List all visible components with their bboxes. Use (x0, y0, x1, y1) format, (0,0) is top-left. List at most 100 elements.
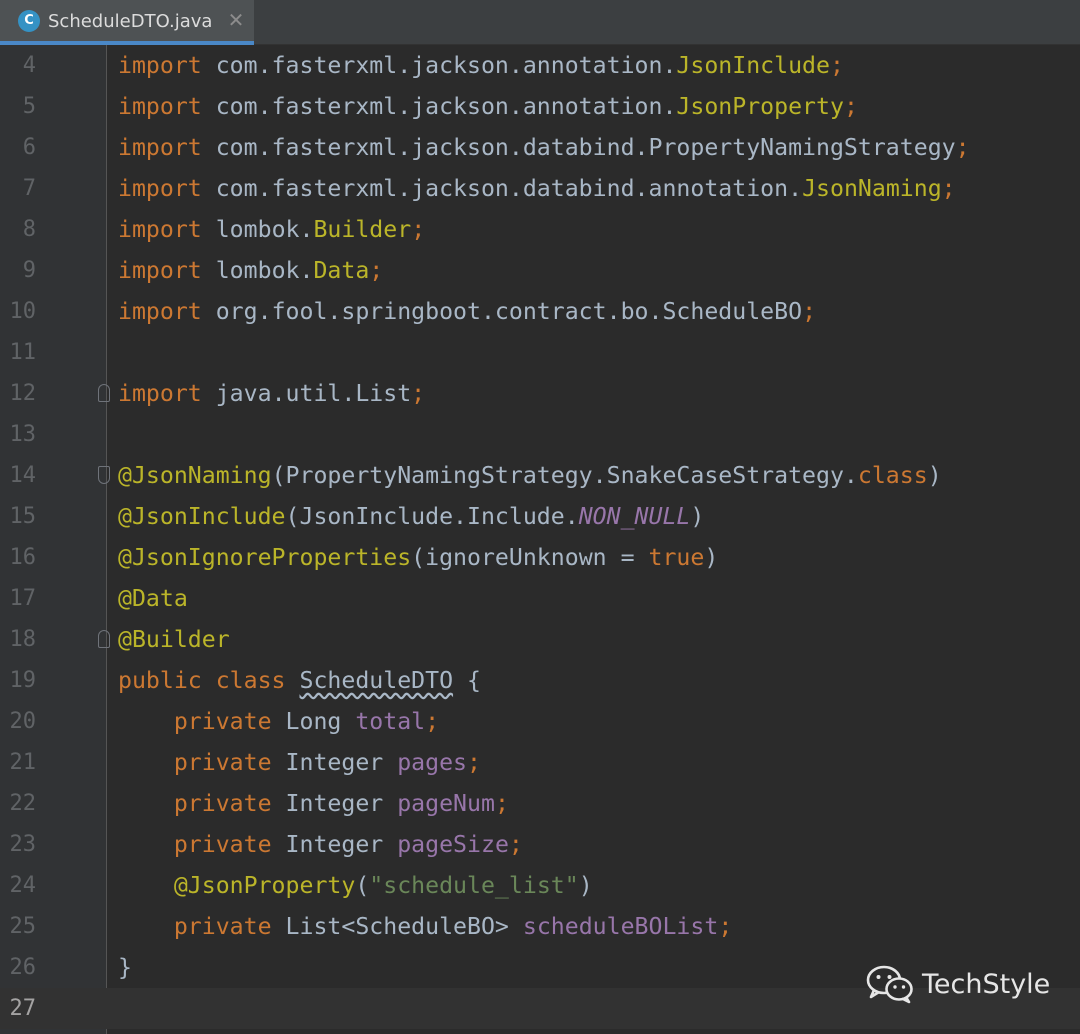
code-token: ; (508, 831, 523, 858)
code-editor[interactable]: 4 import com.fasterxml.jackson.annotation… (0, 45, 1080, 1034)
code-token: import (118, 257, 202, 284)
code-token: ; (829, 52, 844, 79)
code-line[interactable]: 20 private Long total; (0, 701, 1080, 742)
code-text: @Data (118, 578, 188, 619)
code-line[interactable]: 5 import com.fasterxml.jackson.annotation… (0, 86, 1080, 127)
code-line[interactable]: 15 @JsonInclude(JsonInclude.Include.NON_N… (0, 496, 1080, 537)
code-line[interactable]: 10 import org.fool.springboot.contract.bo… (0, 291, 1080, 332)
line-number: 26 (9, 955, 37, 980)
code-token: NON_NULL (578, 503, 691, 530)
code-token: Builder (313, 216, 412, 243)
code-token: ScheduleDTO (299, 667, 454, 694)
code-token: pages (397, 749, 468, 776)
code-token: lombok. (201, 257, 314, 284)
line-number: 25 (9, 914, 37, 939)
ide-window: C ScheduleDTO.java ✕ 4 import com.fasterx… (0, 0, 1080, 1034)
line-number: 7 (22, 176, 36, 201)
code-line[interactable]: 23 private Integer pageSize; (0, 824, 1080, 865)
code-token: ; (843, 93, 858, 120)
code-line[interactable]: 16 @JsonIgnoreProperties(ignoreUnknown = … (0, 537, 1080, 578)
code-line[interactable]: 4 import com.fasterxml.jackson.annotation… (0, 45, 1080, 86)
code-token: private (118, 831, 286, 858)
code-line[interactable]: 12 import java.util.List; (0, 373, 1080, 414)
line-number: 20 (9, 709, 37, 734)
watermark: TechStyle (866, 962, 1050, 1006)
code-token: import (118, 52, 202, 79)
code-token: java.util.List (201, 380, 412, 407)
code-text: @JsonNaming(PropertyNamingStrategy.Snake… (118, 455, 942, 496)
code-token: } (118, 954, 132, 981)
code-token: import (118, 134, 202, 161)
code-text: import com.fasterxml.jackson.annotation.… (118, 86, 858, 127)
code-line[interactable]: 11 (0, 332, 1080, 373)
code-text: import com.fasterxml.jackson.databind.Pr… (118, 127, 970, 168)
code-text: private List<ScheduleBO> scheduleBOList; (118, 906, 732, 947)
code-token: Long (285, 708, 356, 735)
code-token: Data (313, 257, 370, 284)
code-token: com.fasterxml.jackson.annotation. (201, 93, 677, 120)
code-token: ; (718, 913, 733, 940)
code-line[interactable]: 6 import com.fasterxml.jackson.databind.P… (0, 127, 1080, 168)
code-token: import (118, 298, 202, 325)
fold-marker-icon[interactable] (98, 384, 110, 402)
tab-schedule-dto[interactable]: C ScheduleDTO.java ✕ (0, 0, 254, 45)
code-text: private Long total; (118, 701, 439, 742)
code-token: JsonProperty (676, 93, 844, 120)
watermark-text: TechStyle (922, 968, 1051, 1000)
code-token: ; (941, 175, 956, 202)
code-token: ) (578, 872, 593, 899)
code-token: @JsonNaming (118, 462, 272, 489)
code-token: com.fasterxml.jackson.databind.annotatio… (201, 175, 803, 202)
code-token: private (118, 913, 286, 940)
code-line[interactable]: 7 import com.fasterxml.jackson.databind.a… (0, 168, 1080, 209)
code-line[interactable]: 21 private Integer pages; (0, 742, 1080, 783)
code-line[interactable]: 19 public class ScheduleDTO { (0, 660, 1080, 701)
code-line[interactable]: 13 (0, 414, 1080, 455)
code-line[interactable]: 25 private List<ScheduleBO> scheduleBOLi… (0, 906, 1080, 947)
code-line[interactable]: 18 @Builder (0, 619, 1080, 660)
code-token: Integer (285, 749, 398, 776)
code-text: import lombok.Data; (118, 250, 383, 291)
code-text: @JsonInclude(JsonInclude.Include.NON_NUL… (118, 496, 704, 537)
code-text: import com.fasterxml.jackson.databind.an… (118, 168, 956, 209)
code-text: private Integer pageNum; (118, 783, 509, 824)
line-number: 11 (9, 340, 37, 365)
line-number: 14 (9, 463, 37, 488)
line-number: 8 (22, 217, 36, 242)
code-token: scheduleBOList (522, 913, 719, 940)
wechat-icon (866, 965, 913, 1004)
code-token: ; (955, 134, 970, 161)
fold-marker-icon[interactable] (98, 466, 110, 484)
code-line[interactable]: 24 @JsonProperty("schedule_list") (0, 865, 1080, 906)
code-token: @JsonProperty (118, 872, 356, 899)
fold-marker-icon[interactable] (98, 630, 110, 648)
code-token: private (118, 790, 286, 817)
code-text: @JsonProperty("schedule_list") (118, 865, 593, 906)
close-icon[interactable]: ✕ (226, 8, 246, 32)
code-line[interactable]: 9 import lombok.Data; (0, 250, 1080, 291)
code-token: (ignoreUnknown = (411, 544, 649, 571)
line-number: 24 (9, 873, 37, 898)
code-token: ) (704, 544, 719, 571)
code-token: private (118, 749, 286, 776)
line-number: 21 (9, 750, 37, 775)
code-line[interactable]: 22 private Integer pageNum; (0, 783, 1080, 824)
code-token: ) (927, 462, 942, 489)
line-number: 5 (22, 94, 36, 119)
code-text: @Builder (118, 619, 230, 660)
code-token: import (118, 175, 202, 202)
code-line[interactable]: 14 @JsonNaming(PropertyNamingStrategy.Sna… (0, 455, 1080, 496)
code-token: ) (690, 503, 705, 530)
code-token: Integer (285, 831, 398, 858)
code-line[interactable]: 17 @Data (0, 578, 1080, 619)
code-token: ( (355, 872, 370, 899)
code-token: ; (802, 298, 817, 325)
line-number: 16 (9, 545, 37, 570)
code-token: "schedule_list" (369, 872, 579, 899)
code-token: ; (467, 749, 481, 776)
line-number: 17 (9, 586, 37, 611)
tab-label: ScheduleDTO.java (48, 11, 213, 32)
line-number: 13 (9, 422, 37, 447)
code-token: ; (411, 216, 426, 243)
code-line[interactable]: 8 import lombok.Builder; (0, 209, 1080, 250)
